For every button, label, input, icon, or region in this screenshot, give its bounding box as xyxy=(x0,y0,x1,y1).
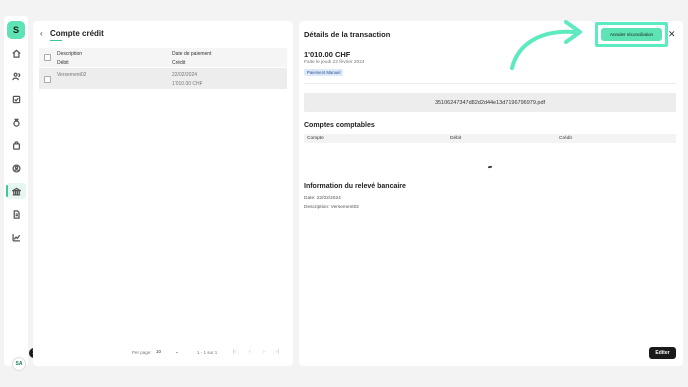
cancel-reconciliation-button[interactable]: Annuler réconciliation xyxy=(601,28,662,41)
select-all-checkbox[interactable] xyxy=(44,54,51,61)
avatar[interactable]: SA xyxy=(12,357,26,371)
per-page-value: 10 xyxy=(156,349,162,354)
column-debit: Débit xyxy=(450,135,462,141)
user-circle-icon[interactable] xyxy=(10,162,22,174)
row-amount: 1'010.00 CHF xyxy=(172,81,203,87)
accounts-table-header: Compte Débit Crédit xyxy=(304,134,676,143)
table-header: Description Débit Date de paiement Crédi… xyxy=(39,48,287,67)
edit-button[interactable]: Editer xyxy=(649,347,676,359)
loading-spinner xyxy=(487,165,493,169)
row-checkbox[interactable] xyxy=(44,76,51,83)
chevron-down-icon: ⌄ xyxy=(175,349,179,354)
row-description: Versement02 xyxy=(57,72,87,78)
column-credit[interactable]: Crédit xyxy=(172,60,185,66)
chart-icon[interactable] xyxy=(10,231,22,243)
pagination-range: 1 - 1 sur 1 xyxy=(197,350,218,355)
column-credit: Crédit xyxy=(559,135,572,141)
document-icon[interactable] xyxy=(10,208,22,220)
prev-page-icon[interactable]: ‹ xyxy=(249,349,251,355)
bank-icon[interactable] xyxy=(6,183,26,199)
logo-text: S xyxy=(12,25,19,35)
transaction-date: Faite le jeudi 22 février 2024 xyxy=(304,60,365,65)
people-icon[interactable] xyxy=(10,70,22,82)
back-icon[interactable]: ‹ xyxy=(40,29,43,38)
per-page-label: Per page: xyxy=(132,350,152,355)
avatar-initials: SA xyxy=(15,361,23,367)
first-page-icon[interactable]: |‹ xyxy=(233,349,236,355)
divider xyxy=(304,83,676,84)
next-page-icon[interactable]: › xyxy=(263,349,265,355)
transaction-amount: 1'010.00 CHF xyxy=(304,50,351,59)
app-logo[interactable]: S xyxy=(7,21,25,39)
column-payment-date[interactable]: Date de paiement xyxy=(172,51,211,57)
row-date: 22/02/2024 xyxy=(172,72,198,78)
title-underline xyxy=(50,40,62,41)
accounts-section-title: Comptes comptables xyxy=(304,122,375,129)
table-row[interactable]: Versement02 22/02/2024 1'010.00 CHF xyxy=(39,68,287,89)
close-icon[interactable]: ✕ xyxy=(668,29,676,40)
last-page-icon[interactable]: ›| xyxy=(276,349,279,355)
sidebar: S SA xyxy=(4,16,28,371)
column-debit[interactable]: Débit xyxy=(57,60,69,66)
account-panel: ‹ Compte crédit Description Débit Date d… xyxy=(33,21,293,366)
column-description[interactable]: Description xyxy=(57,51,82,57)
bank-info-section-title: Information du relevé bancaire xyxy=(304,183,406,190)
bank-info-description: Description: Versement02 xyxy=(304,205,359,210)
money-bag-icon[interactable] xyxy=(10,116,22,128)
status-badge: Paiement Manuel xyxy=(304,69,344,76)
column-account: Compte xyxy=(307,135,324,141)
home-icon[interactable] xyxy=(10,47,22,59)
checklist-icon[interactable] xyxy=(10,93,22,105)
shopping-bag-icon[interactable] xyxy=(10,139,22,151)
attachment-file[interactable]: 35106247347d82d2d44e13d7196796979.pdf xyxy=(304,93,676,112)
transaction-details-panel: Détails de la transaction Annuler réconc… xyxy=(299,21,683,366)
bank-info-date: Date: 22/02/2024 xyxy=(304,196,341,201)
panel-title: Détails de la transaction xyxy=(304,30,391,39)
panel-title: Compte crédit xyxy=(50,29,104,38)
per-page-select[interactable]: 10 ⌄ xyxy=(156,349,184,354)
